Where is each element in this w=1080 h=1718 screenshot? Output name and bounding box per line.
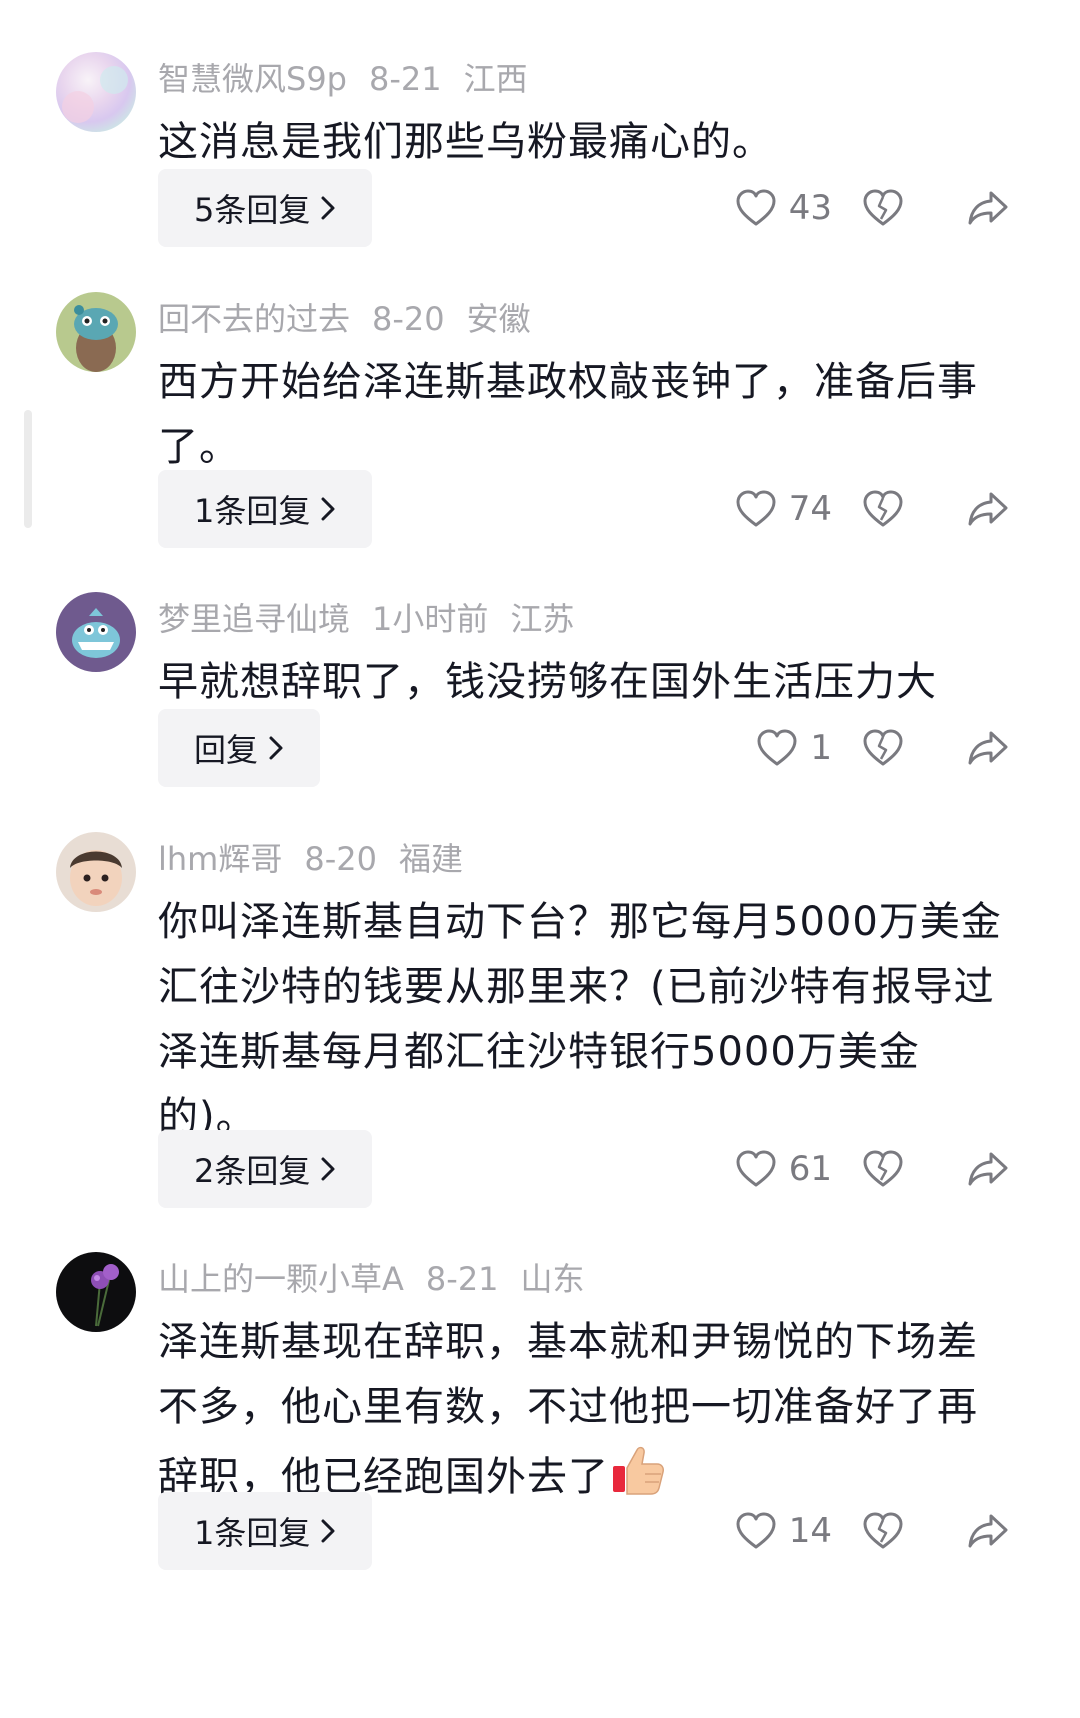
share-arrow-icon[interactable] [966, 488, 1010, 530]
heart-outline-icon [736, 189, 776, 226]
username[interactable]: 智慧微风S9p [158, 60, 347, 98]
view-replies-button[interactable]: 2条回复 [158, 1130, 373, 1208]
heart-outline-icon [736, 1512, 776, 1549]
chevron-right-icon [321, 196, 335, 220]
username[interactable]: 回不去的过去 [158, 300, 350, 338]
reply-label: 5条回复 [194, 191, 311, 229]
avatar[interactable] [56, 1252, 136, 1332]
chevron-right-icon [321, 497, 335, 521]
broken-heart-icon[interactable] [862, 1511, 904, 1551]
like-count: 61 [788, 1149, 832, 1189]
chevron-right-icon [321, 1157, 335, 1181]
scroll-indicator[interactable] [24, 410, 32, 528]
like-button[interactable]: 61 [735, 1130, 832, 1208]
like-button[interactable]: 14 [735, 1492, 832, 1570]
reply-label: 1条回复 [194, 492, 311, 530]
broken-heart-icon[interactable] [862, 1149, 904, 1189]
heart-outline-icon [757, 729, 797, 766]
comment-date: 8-21 [369, 60, 442, 98]
like-button[interactable]: 74 [735, 470, 832, 548]
username[interactable]: 山上的一颗小草A [158, 1260, 404, 1298]
view-replies-button[interactable]: 5条回复 [158, 169, 373, 247]
heart-outline-icon [736, 1150, 776, 1187]
comment-meta: lhm辉哥 8-20 福建 [158, 838, 485, 880]
reply-label: 1条回复 [194, 1514, 311, 1552]
comment-actions: 61 [700, 1130, 1030, 1208]
comment-actions: 14 [700, 1492, 1030, 1570]
comment-location: 福建 [398, 840, 463, 878]
like-count: 1 [810, 728, 832, 768]
comment-meta: 回不去的过去 8-20 安徽 [158, 298, 553, 340]
comment-location: 安徽 [466, 300, 531, 338]
comment-location: 江苏 [510, 600, 575, 638]
comment-meta: 智慧微风S9p 8-21 江西 [158, 58, 550, 100]
comment-text: 你叫泽连斯基自动下台？那它每月5000万美金汇往沙特的钱要从那里来？(已前沙特有… [158, 899, 1002, 1140]
comment-actions: 74 [700, 470, 1030, 548]
view-replies-button[interactable]: 1条回复 [158, 470, 373, 548]
comment-actions: 1 [700, 709, 1030, 787]
comment-text: 西方开始给泽连斯基政权敲丧钟了，准备后事了。 [158, 359, 978, 470]
comment-text: 早就想辞职了，钱没捞够在国外生活压力大 [158, 659, 937, 705]
like-button[interactable]: 43 [735, 169, 832, 247]
reply-label: 2条回复 [194, 1152, 311, 1190]
view-replies-button[interactable]: 回复 [158, 709, 321, 787]
comment-text-content: 泽连斯基现在辞职，基本就和尹锡悦的下场差不多，他心里有数，不过他把一切准备好了再… [158, 1319, 978, 1500]
comment-text: 泽连斯基现在辞职，基本就和尹锡悦的下场差不多，他心里有数，不过他把一切准备好了再… [158, 1310, 1018, 1510]
share-arrow-icon[interactable] [966, 727, 1010, 769]
broken-heart-icon[interactable] [862, 728, 904, 768]
comment-location: 江西 [463, 60, 528, 98]
share-arrow-icon[interactable] [966, 187, 1010, 229]
chevron-right-icon [269, 736, 283, 760]
thumbs-up-emoji [613, 1446, 664, 1495]
like-count: 14 [788, 1511, 832, 1551]
comment-meta: 梦里追寻仙境 1小时前 江苏 [158, 598, 596, 640]
comment-date: 8-20 [372, 300, 445, 338]
avatar[interactable] [56, 52, 136, 132]
like-count: 74 [788, 489, 832, 529]
username[interactable]: 梦里追寻仙境 [158, 600, 350, 638]
heart-outline-icon [736, 490, 776, 527]
comment-text: 这消息是我们那些乌粉最痛心的。 [158, 119, 773, 165]
view-replies-button[interactable]: 1条回复 [158, 1492, 373, 1570]
comment-location: 山东 [520, 1260, 585, 1298]
comment-date: 8-20 [304, 840, 377, 878]
like-count: 43 [788, 188, 832, 228]
broken-heart-icon[interactable] [862, 489, 904, 529]
comment-date: 1小时前 [372, 600, 489, 638]
comment-date: 8-21 [425, 1260, 499, 1298]
comment-actions: 43 [700, 169, 1030, 247]
avatar[interactable] [56, 592, 136, 672]
avatar[interactable] [56, 292, 136, 372]
share-arrow-icon[interactable] [966, 1510, 1010, 1552]
chevron-right-icon [321, 1519, 335, 1543]
broken-heart-icon[interactable] [862, 188, 904, 228]
share-arrow-icon[interactable] [966, 1148, 1010, 1190]
like-button[interactable]: 1 [756, 709, 832, 787]
reply-label: 回复 [194, 731, 259, 769]
comment-meta: 山上的一颗小草A 8-21 山东 [158, 1258, 607, 1300]
avatar[interactable] [56, 832, 136, 912]
username[interactable]: lhm辉哥 [158, 840, 282, 878]
